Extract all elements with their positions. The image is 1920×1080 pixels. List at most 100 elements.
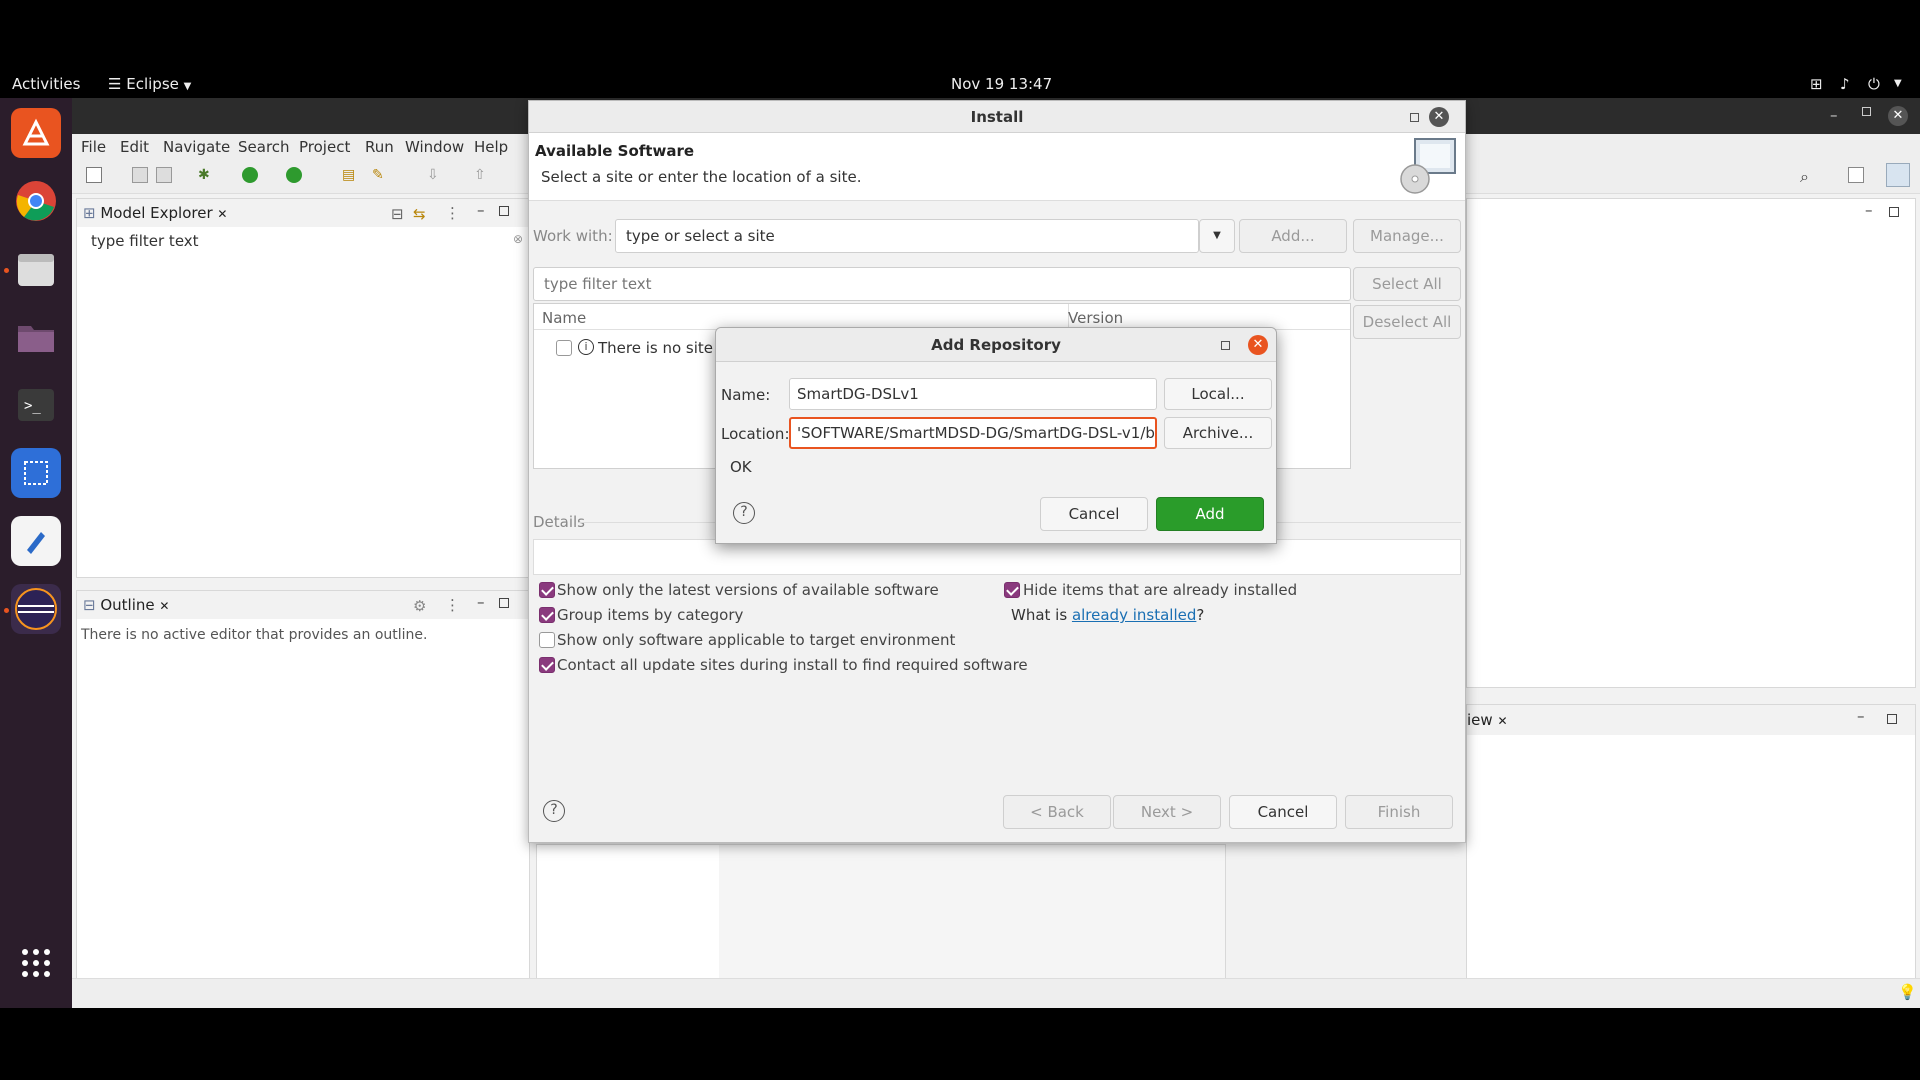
chrome-icon[interactable] <box>11 176 61 226</box>
run-external-icon[interactable] <box>286 167 302 183</box>
model-explorer-tab[interactable]: ⊞ Model Explorer ✕ <box>83 204 227 222</box>
close-dialog-icon[interactable]: ✕ <box>1429 107 1449 127</box>
install-filter-input[interactable]: type filter text <box>533 267 1351 301</box>
show-applications-icon[interactable] <box>11 938 61 988</box>
maximize-icon[interactable] <box>1862 107 1871 116</box>
maximize-view-icon[interactable] <box>1889 207 1899 217</box>
text-editor-icon[interactable] <box>11 516 61 566</box>
perspective-modeling-icon[interactable] <box>1886 163 1910 187</box>
contact-update-sites-label: Contact all update sites during install … <box>557 656 1028 674</box>
tip-lightbulb-icon[interactable]: 💡 <box>1898 983 1917 1001</box>
finish-button[interactable]: Finish <box>1345 795 1453 829</box>
add-site-button[interactable]: Add... <box>1239 219 1347 253</box>
already-installed-link[interactable]: already installed <box>1072 606 1196 624</box>
col-name-header[interactable]: Name <box>542 309 586 327</box>
outline-tab[interactable]: ⊟ Outline ✕ <box>83 596 169 614</box>
maximize-icon[interactable] <box>1221 341 1230 350</box>
hide-installed-checkbox[interactable] <box>1004 582 1020 598</box>
work-with-dropdown-button[interactable]: ▼ <box>1199 219 1235 253</box>
help-icon[interactable]: ? <box>543 800 565 822</box>
menu-edit[interactable]: Edit <box>120 138 149 156</box>
ubuntu-software-icon[interactable] <box>11 108 61 158</box>
power-icon[interactable]: ⏻ <box>1868 75 1880 93</box>
files-icon[interactable] <box>11 244 61 294</box>
location-field[interactable]: 'SOFTWARE/SmartMDSD-DG/SmartDG-DSL-v1/bu… <box>789 417 1157 449</box>
row-checkbox[interactable] <box>556 340 572 356</box>
cancel-button[interactable]: Cancel <box>1040 497 1148 531</box>
minimize-view-icon[interactable]: – <box>477 201 485 219</box>
view-menu-icon[interactable]: ⋮ <box>445 596 460 614</box>
close-window-icon[interactable]: ✕ <box>1888 106 1908 126</box>
close-tab-icon[interactable]: ✕ <box>159 599 169 613</box>
menu-help[interactable]: Help <box>474 138 508 156</box>
new-icon[interactable] <box>86 167 102 183</box>
deselect-all-button[interactable]: Deselect All <box>1353 305 1461 339</box>
install-cancel-button[interactable]: Cancel <box>1229 795 1337 829</box>
clear-filter-icon[interactable]: ⊗ <box>513 232 523 246</box>
activities-button[interactable]: Activities <box>12 75 80 93</box>
archive-button[interactable]: Archive... <box>1164 417 1272 449</box>
terminal-icon[interactable]: >_ <box>11 380 61 430</box>
search-icon[interactable]: ⌕ <box>1800 167 1816 186</box>
maximize-icon[interactable] <box>1410 113 1419 122</box>
manage-sites-button[interactable]: Manage... <box>1353 219 1461 253</box>
menu-window[interactable]: Window <box>405 138 464 156</box>
maximize-view-icon[interactable] <box>1887 714 1897 724</box>
local-button[interactable]: Local... <box>1164 378 1272 410</box>
help-icon[interactable]: ? <box>733 502 755 524</box>
eclipse-icon[interactable] <box>11 584 61 634</box>
save-all-icon[interactable] <box>156 167 172 183</box>
collapse-all-icon[interactable]: ⊟ <box>391 205 404 223</box>
minimize-view-icon[interactable]: – <box>1857 707 1865 725</box>
next-button[interactable]: Next > <box>1113 795 1221 829</box>
running-indicator <box>4 608 9 613</box>
menu-navigate[interactable]: Navigate <box>163 138 230 156</box>
filter-input[interactable]: type filter text <box>91 232 199 250</box>
menu-file[interactable]: File <box>81 138 106 156</box>
location-value: 'SOFTWARE/SmartMDSD-DG/SmartDG-DSL-v1/bu… <box>797 424 1157 442</box>
previous-annotation-icon[interactable]: ⇧ <box>474 167 490 183</box>
menu-project[interactable]: Project <box>299 138 350 156</box>
debug-icon[interactable]: ✱ <box>198 167 214 183</box>
minimize-view-icon[interactable]: – <box>1865 201 1873 219</box>
add-button[interactable]: Add <box>1156 497 1264 531</box>
work-with-combo[interactable]: type or select a site <box>615 219 1199 253</box>
contact-update-sites-checkbox[interactable] <box>539 657 555 673</box>
open-perspective-icon[interactable] <box>1848 167 1864 183</box>
folder-icon[interactable] <box>11 312 61 362</box>
clock[interactable]: Nov 19 13:47 <box>951 75 1052 93</box>
latest-versions-checkbox[interactable] <box>539 582 555 598</box>
model-explorer-filter[interactable]: type filter text ⊗ <box>77 227 529 257</box>
maximize-view-icon[interactable] <box>499 206 509 216</box>
minimize-icon[interactable]: – <box>1830 106 1838 124</box>
save-icon[interactable] <box>132 167 148 183</box>
add-repository-title-bar[interactable]: Add Repository ✕ <box>716 328 1276 362</box>
view-menu-icon[interactable]: ⋮ <box>445 204 460 222</box>
target-environment-checkbox[interactable] <box>539 632 555 648</box>
name-field[interactable]: SmartDG-DSLv1 <box>789 378 1157 410</box>
link-with-editor-icon[interactable]: ⇆ <box>413 205 426 223</box>
back-button[interactable]: < Back <box>1003 795 1111 829</box>
maximize-view-icon[interactable] <box>499 598 509 608</box>
close-tab-icon[interactable]: ✕ <box>1497 714 1507 728</box>
open-folder-icon[interactable]: ▤ <box>342 167 358 183</box>
screenshot-tool-icon[interactable] <box>11 448 61 498</box>
outline-options-icon[interactable]: ⚙ <box>413 597 426 615</box>
app-menu[interactable]: ☰ Eclipse ▼ <box>108 75 191 93</box>
group-by-category-checkbox[interactable] <box>539 607 555 623</box>
minimize-view-icon[interactable]: – <box>477 593 485 611</box>
close-dialog-icon[interactable]: ✕ <box>1248 335 1268 355</box>
next-annotation-icon[interactable]: ⇩ <box>427 167 443 183</box>
run-icon[interactable] <box>242 167 258 183</box>
col-version-header[interactable]: Version <box>1068 309 1123 327</box>
system-menu-chevron-icon[interactable]: ▼ <box>1894 78 1902 89</box>
volume-icon[interactable]: ♪ <box>1840 75 1850 93</box>
properties-view-tab[interactable]: iew ✕ <box>1467 711 1508 729</box>
menu-run[interactable]: Run <box>365 138 394 156</box>
close-tab-icon[interactable]: ✕ <box>217 207 227 221</box>
open-type-icon[interactable]: ✎ <box>372 167 388 183</box>
select-all-button[interactable]: Select All <box>1353 267 1461 301</box>
network-icon[interactable]: ⊞ <box>1810 75 1823 93</box>
menu-search[interactable]: Search <box>238 138 290 156</box>
install-title-bar[interactable]: Install ✕ <box>529 101 1465 133</box>
